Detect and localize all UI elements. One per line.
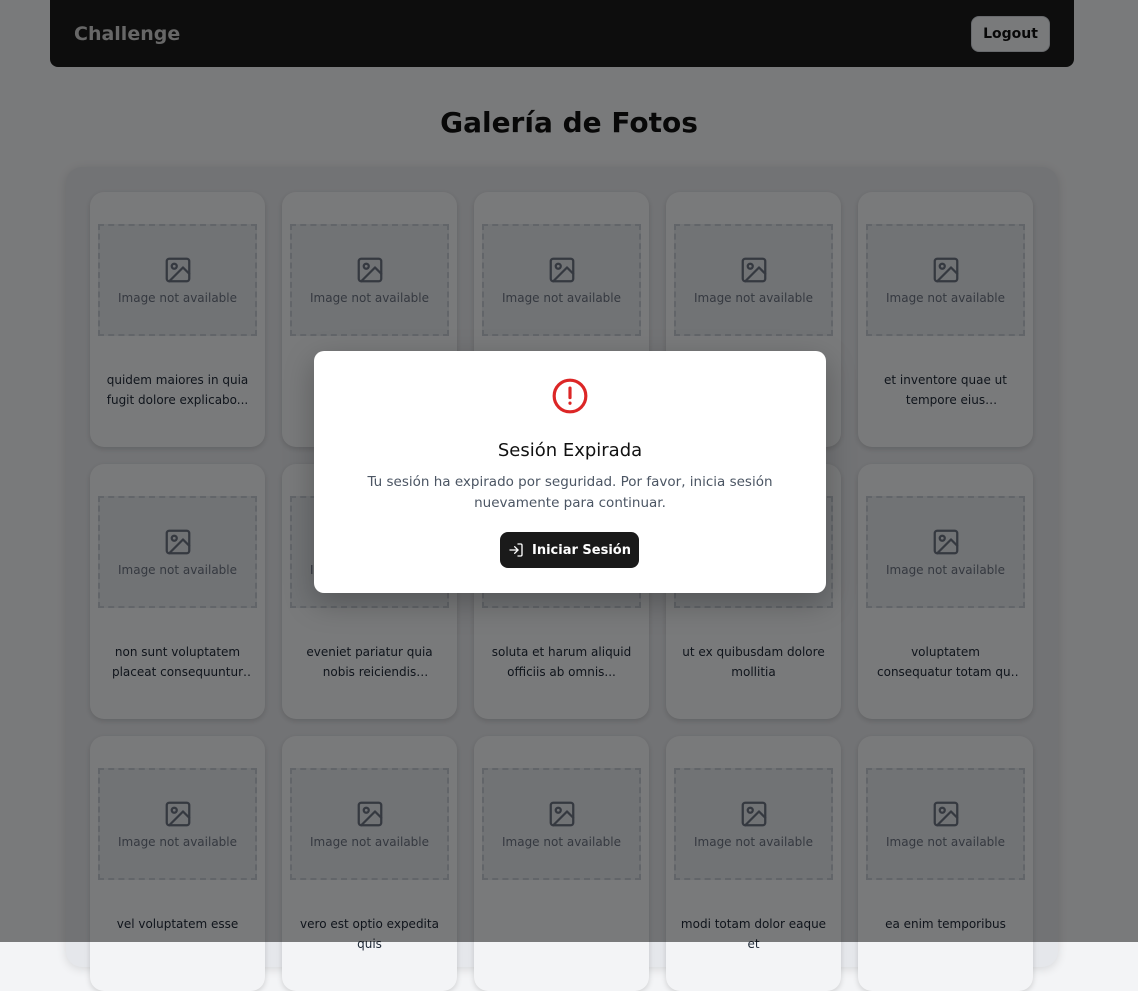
alert-circle-icon xyxy=(552,378,588,414)
login-button-label: Iniciar Sesión xyxy=(532,542,631,558)
modal-message: Tu sesión ha expirado por seguridad. Por… xyxy=(367,474,773,511)
modal-title: Sesión Expirada xyxy=(497,440,643,461)
log-in-icon xyxy=(509,543,523,557)
session-expired-modal: Sesión Expirada Tu sesión ha expirado po… xyxy=(314,351,826,593)
login-button[interactable]: Iniciar Sesión xyxy=(500,532,639,568)
